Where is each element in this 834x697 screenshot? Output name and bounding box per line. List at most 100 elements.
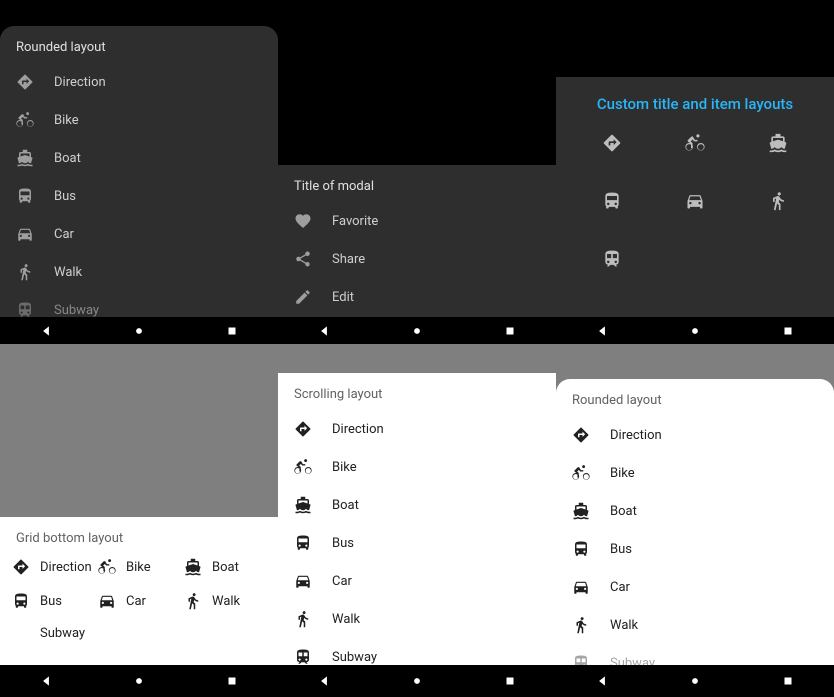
list-item[interactable]: Direction [278,410,556,448]
list-item[interactable]: Boat [278,486,556,524]
grid-item[interactable]: Walk [184,592,266,610]
edit-icon [294,288,312,306]
grid-item[interactable] [602,249,622,273]
direction-icon [294,420,312,438]
grid-item[interactable] [768,133,788,157]
list-item-label: Boat [54,151,81,166]
direction-icon [572,426,590,444]
grid-item[interactable] [685,191,705,215]
nav-back-icon[interactable] [317,674,331,688]
list-item[interactable]: Subway [278,638,556,665]
nav-home-icon[interactable] [688,324,702,338]
list-item[interactable]: Subway [0,291,278,317]
nav-back-icon[interactable] [595,674,609,688]
nav-recent-icon[interactable] [503,324,517,338]
grid-item[interactable]: Car [98,592,180,610]
grid-item-label: Car [126,594,146,609]
scrolling-light-sheet: Scrolling layout Direction Bike Boat Bus… [278,373,556,665]
bike-icon [685,133,705,153]
list-item-label: Favorite [332,214,378,229]
car-icon [572,578,590,596]
bike-icon [294,458,312,476]
nav-recent-icon[interactable] [225,674,239,688]
grid-item-label: Boat [212,560,239,575]
boat-icon [572,502,590,520]
list-item-label: Edit [332,290,354,305]
grid-item[interactable] [602,191,622,215]
sheet-title: Rounded layout [0,26,278,63]
grid-item-label: Direction [40,560,92,575]
list-item[interactable]: Direction [0,63,278,101]
list-item-label: Car [332,574,352,589]
list-item[interactable]: Share [278,240,556,278]
list-item[interactable]: Boat [556,492,834,530]
walk-icon [768,191,788,211]
nav-back-icon[interactable] [39,324,53,338]
sheet-title: Title of modal [278,165,556,202]
list-item-label: Direction [54,75,106,90]
list-item[interactable]: Bus [278,524,556,562]
grid-item[interactable]: Subway [12,626,94,641]
list-item[interactable]: Direction [556,416,834,454]
list-item[interactable]: Car [556,568,834,606]
grid-item-label: Bike [126,560,151,575]
bus-icon [602,191,622,211]
nav-recent-icon[interactable] [503,674,517,688]
nav-home-icon[interactable] [688,674,702,688]
list-item[interactable]: Bus [556,530,834,568]
bus-icon [12,592,30,610]
list-item-label: Direction [610,428,662,443]
list-item[interactable]: Car [278,562,556,600]
list-item[interactable]: Walk [0,253,278,291]
sheet-title: Grid bottom layout [0,517,278,554]
list-item[interactable]: Favorite [278,202,556,240]
nav-home-icon[interactable] [410,324,424,338]
list-item[interactable]: Bike [0,101,278,139]
boat-icon [768,133,788,153]
list-item-label: Boat [332,498,359,513]
nav-recent-icon[interactable] [781,324,795,338]
list-item[interactable]: Subway [556,644,834,665]
grid-item[interactable] [602,133,622,157]
grid-item[interactable]: Boat [184,558,266,576]
list-item-label: Subway [54,303,99,318]
list-item-label: Bike [332,460,357,475]
nav-home-icon[interactable] [132,674,146,688]
walk-icon [184,592,202,610]
list-item-label: Bike [610,466,635,481]
icon-grid: Direction Bike Boat Bus Car Walk Subway [0,554,278,649]
list-item-label: Direction [332,422,384,437]
grid-item-label: Bus [40,594,62,609]
nav-home-icon[interactable] [132,324,146,338]
nav-home-icon[interactable] [410,674,424,688]
direction-icon [16,73,34,91]
bus-icon [294,534,312,552]
list-item[interactable]: Boat [0,139,278,177]
list-item[interactable]: Bus [0,177,278,215]
nav-recent-icon[interactable] [225,324,239,338]
grid-item-label: Subway [40,626,85,641]
list-item[interactable]: Edit [278,278,556,316]
favorite-icon [294,212,312,230]
list-item-label: Bus [610,542,632,557]
list-item[interactable]: Walk [278,600,556,638]
car-icon [98,592,116,610]
list-item[interactable]: Car [0,215,278,253]
grid-item[interactable] [685,133,705,157]
list-item[interactable]: Bike [556,454,834,492]
nav-back-icon[interactable] [317,324,331,338]
grid-item[interactable]: Bike [98,558,180,576]
list-item-label: Walk [54,265,82,280]
list-item[interactable]: Bike [278,448,556,486]
nav-back-icon[interactable] [595,324,609,338]
bus-icon [16,187,34,205]
grid-item[interactable]: Direction [12,558,94,576]
boat-icon [16,149,34,167]
nav-recent-icon[interactable] [781,674,795,688]
grid-item[interactable] [768,191,788,215]
boat-icon [184,558,202,576]
list-item[interactable]: Walk [556,606,834,644]
car-icon [294,572,312,590]
grid-item[interactable]: Bus [12,592,94,610]
nav-back-icon[interactable] [39,674,53,688]
